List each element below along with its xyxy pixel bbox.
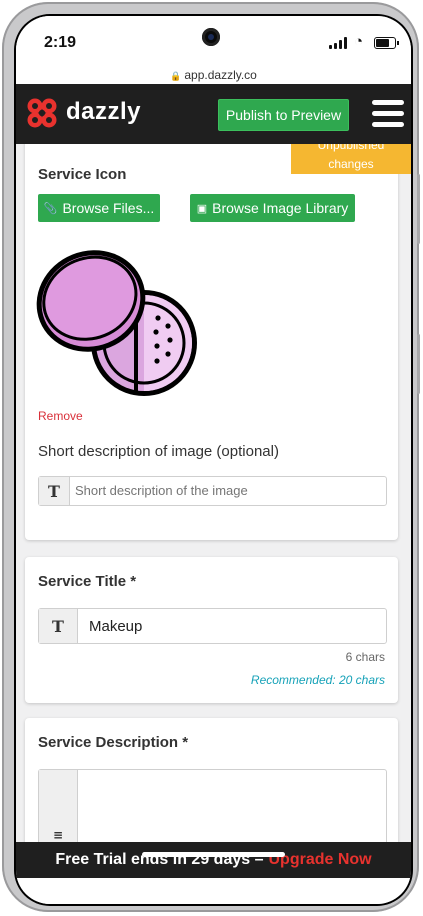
service-description-label: Service Description * xyxy=(38,734,189,751)
lock-icon: 🔒 xyxy=(170,71,182,81)
short-description-input[interactable] xyxy=(75,477,375,503)
service-icon-title: Service Icon xyxy=(38,166,127,183)
align-justify-icon: ≡ xyxy=(39,770,78,844)
service-title-card: Service Title * T Makeup 6 chars Recomme… xyxy=(25,557,398,703)
url-bar[interactable]: 🔒 app.dazzly.co xyxy=(16,68,411,84)
hamburger-menu-icon[interactable] xyxy=(372,100,404,128)
publish-to-preview-button[interactable]: Publish to Preview xyxy=(218,99,349,131)
free-trial-bar: Free Trial ends in 29 days – Upgrade Now xyxy=(16,842,411,878)
short-description-group: T xyxy=(38,476,387,506)
power-button xyxy=(417,334,420,394)
service-title-label: Service Title * xyxy=(38,573,137,590)
compact-powder-icon xyxy=(36,250,197,396)
main-content: Service Icon Unpublished changes 📎 Browse… xyxy=(16,144,411,844)
bottom-bar xyxy=(16,878,411,904)
browse-library-label: Browse Image Library xyxy=(212,200,349,216)
browse-image-library-button[interactable]: ▣ Browse Image Library xyxy=(190,194,355,222)
wifi-icon: ◔ xyxy=(354,33,364,50)
front-camera xyxy=(202,28,220,46)
unpublished-changes-badge: Unpublished changes xyxy=(291,144,411,174)
camera-icon: ▣ xyxy=(196,202,208,215)
logo-text: dazzly xyxy=(66,98,142,125)
dazzly-logo-icon xyxy=(27,98,57,128)
signal-icon xyxy=(329,37,349,49)
status-time: 2:19 xyxy=(44,34,77,51)
home-indicator[interactable] xyxy=(142,852,285,857)
browse-files-label: Browse Files... xyxy=(62,200,155,216)
text-format-icon: T xyxy=(39,609,78,643)
app-header: dazzly Publish to Preview xyxy=(16,84,411,144)
service-description-group: ≡ xyxy=(38,769,387,844)
unpublished-line-1: Unpublished xyxy=(317,144,385,152)
url-text: app.dazzly.co xyxy=(184,68,257,82)
paperclip-icon: 📎 xyxy=(43,202,58,215)
service-description-card: Service Description * ≡ xyxy=(25,718,398,844)
service-icon-card: Service Icon Unpublished changes 📎 Browse… xyxy=(25,144,411,540)
volume-button xyxy=(417,174,420,244)
browse-files-button[interactable]: 📎 Browse Files... xyxy=(38,194,160,222)
service-title-input[interactable]: Makeup xyxy=(89,609,142,643)
service-title-group: T Makeup xyxy=(38,608,387,644)
phone-frame: 2:19 ◔ 🔒 app.dazzly.co dazzly Publish to… xyxy=(2,2,420,912)
text-format-icon: T xyxy=(39,477,70,505)
unpublished-line-2: changes xyxy=(328,157,374,171)
status-bar: 2:19 ◔ xyxy=(16,16,411,68)
title-recommended-hint: Recommended: 20 chars xyxy=(250,673,385,687)
short-description-label: Short description of image (optional) xyxy=(38,443,279,460)
screen-inner: 2:19 ◔ 🔒 app.dazzly.co dazzly Publish to… xyxy=(16,16,411,904)
title-char-count: 6 chars xyxy=(345,650,385,664)
battery-icon xyxy=(374,37,399,49)
remove-image-link[interactable]: Remove xyxy=(38,409,83,423)
screen: 2:19 ◔ 🔒 app.dazzly.co dazzly Publish to… xyxy=(14,14,413,906)
